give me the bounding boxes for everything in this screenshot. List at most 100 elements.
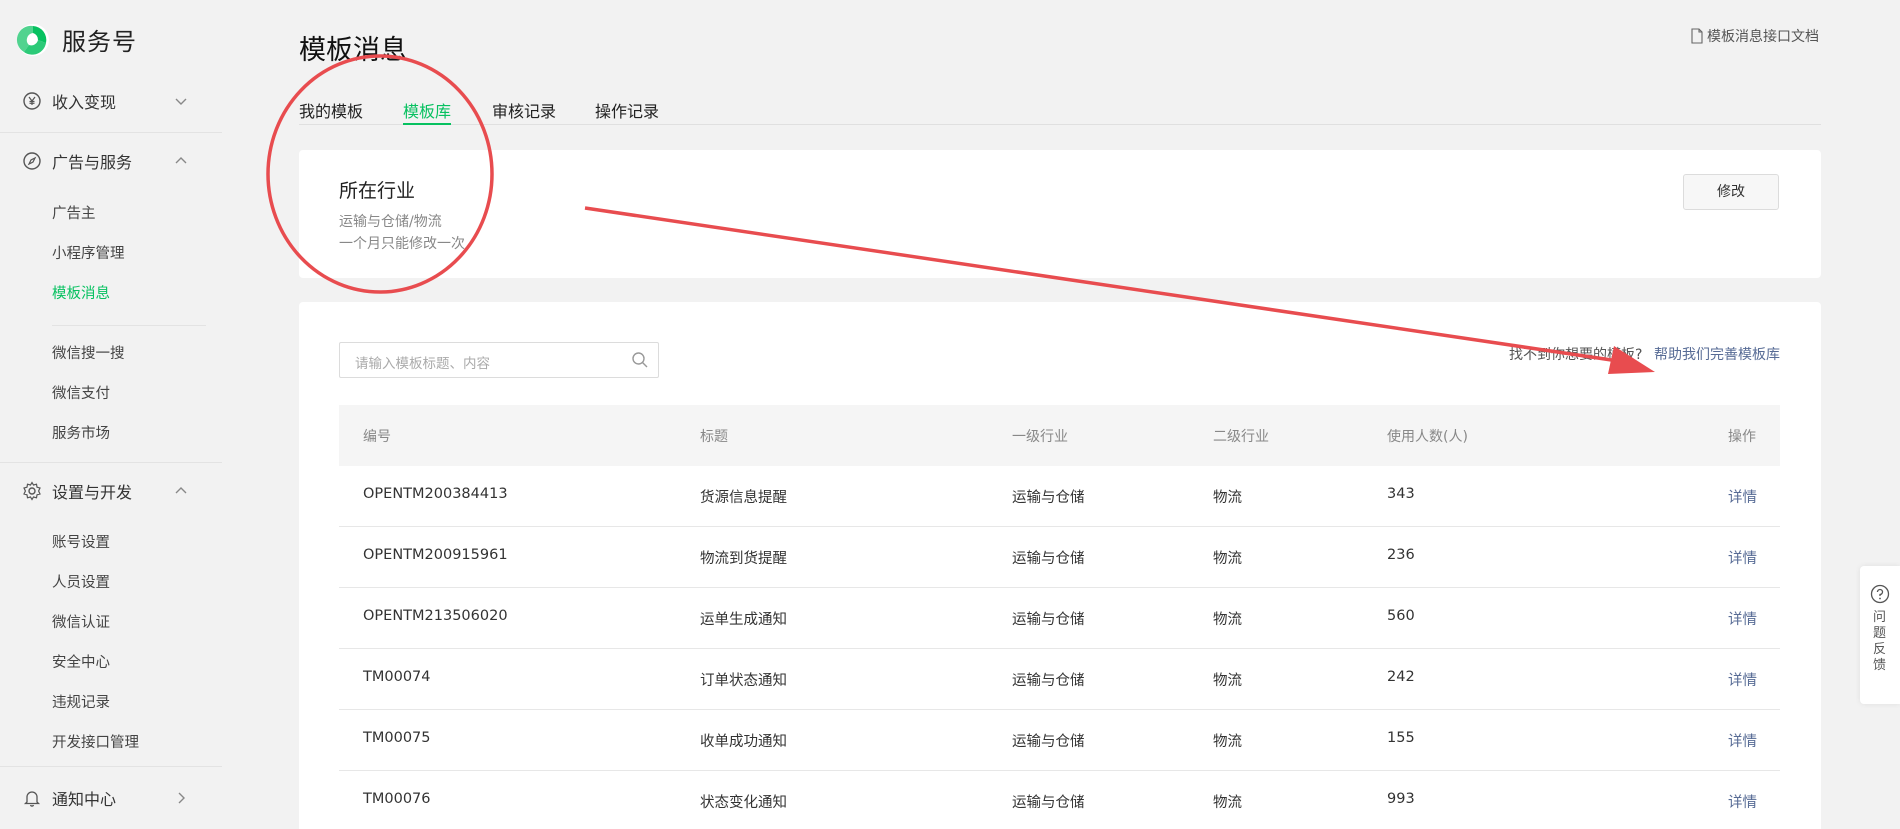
- cell-users: 993: [1387, 791, 1415, 807]
- tab-bar: 我的模板 模板库 审核记录 操作记录: [299, 94, 1821, 125]
- table-row: TM00074 订单状态通知 运输与仓储 物流 242 详情: [339, 649, 1780, 710]
- page-title: 模板消息: [299, 35, 407, 66]
- column-header-action: 操作: [1728, 429, 1756, 445]
- sidebar-item-account-settings[interactable]: 账号设置: [52, 532, 110, 554]
- tab-review-records[interactable]: 审核记录: [492, 98, 556, 125]
- help-question-text: 找不到你想要的模板?: [1509, 347, 1643, 363]
- cell-industry1: 运输与仓储: [1012, 673, 1085, 689]
- column-header-title: 标题: [700, 429, 728, 445]
- divider: [0, 766, 222, 767]
- sidebar-item-dev-api[interactable]: 开发接口管理: [52, 732, 139, 754]
- nav-group-label: 通知中心: [52, 790, 117, 809]
- industry-note: 一个月只能修改一次: [339, 236, 465, 252]
- column-header-users: 使用人数(人): [1387, 429, 1468, 445]
- nav-group-label: 收入变现: [52, 93, 117, 112]
- cell-title: 运单生成通知: [700, 612, 787, 628]
- sidebar-item-wechat-search[interactable]: 微信搜一搜: [52, 343, 125, 365]
- cell-id: OPENTM213506020: [363, 608, 508, 624]
- nav-group-income[interactable]: 收入变现: [0, 81, 222, 121]
- cell-industry1: 运输与仓储: [1012, 490, 1085, 506]
- details-link[interactable]: 详情: [1728, 547, 1757, 568]
- chevron-up-icon: [175, 487, 187, 494]
- cell-title: 收单成功通知: [700, 734, 787, 750]
- sidebar: 服务号 收入变现 广告与服务 广告主 小程序管理 模板消息 微信搜一搜 微信支付…: [0, 0, 222, 829]
- column-header-industry1: 一级行业: [1012, 429, 1068, 445]
- sidebar-item-security-center[interactable]: 安全中心: [52, 652, 110, 674]
- feedback-label: 问题反馈: [1873, 610, 1887, 673]
- sidebar-item-member-settings[interactable]: 人员设置: [52, 572, 110, 594]
- brand[interactable]: 服务号: [16, 22, 137, 57]
- column-header-industry2: 二级行业: [1213, 429, 1269, 445]
- compass-icon: [23, 152, 41, 170]
- nav-group-label: 设置与开发: [52, 483, 133, 502]
- table-row: TM00076 状态变化通知 运输与仓储 物流 993 详情: [339, 771, 1780, 829]
- industry-title: 所在行业: [339, 180, 416, 202]
- sidebar-item-service-market[interactable]: 服务市场: [52, 423, 110, 445]
- api-doc-link-label: 模板消息接口文档: [1707, 29, 1819, 45]
- details-link[interactable]: 详情: [1728, 608, 1757, 629]
- tab-template-library[interactable]: 模板库: [403, 98, 452, 125]
- chevron-right-icon: [178, 792, 185, 804]
- cell-industry1: 运输与仓储: [1012, 551, 1085, 567]
- modify-industry-button[interactable]: 修改: [1683, 174, 1779, 210]
- cell-users: 343: [1387, 486, 1415, 502]
- sidebar-item-advertiser[interactable]: 广告主: [52, 203, 96, 225]
- tab-my-templates[interactable]: 我的模板: [299, 98, 363, 125]
- sidebar-item-wechat-verification[interactable]: 微信认证: [52, 612, 110, 634]
- cell-industry2: 物流: [1213, 795, 1242, 811]
- api-doc-link[interactable]: 模板消息接口文档: [1690, 26, 1819, 46]
- cell-industry2: 物流: [1213, 490, 1242, 506]
- cell-users: 560: [1387, 608, 1415, 624]
- details-link[interactable]: 详情: [1728, 791, 1757, 812]
- search-input[interactable]: 请输入模板标题、内容: [339, 342, 659, 378]
- column-header-id: 编号: [363, 429, 391, 445]
- feedback-button[interactable]: 问题反馈: [1860, 566, 1900, 704]
- details-link[interactable]: 详情: [1728, 669, 1757, 690]
- divider: [0, 132, 222, 133]
- cell-title: 物流到货提醒: [700, 551, 787, 567]
- table-row: OPENTM200915961 物流到货提醒 运输与仓储 物流 236 详情: [339, 527, 1780, 588]
- cell-id: TM00076: [363, 791, 431, 807]
- gear-icon: [23, 481, 41, 501]
- cell-industry1: 运输与仓储: [1012, 795, 1085, 811]
- sidebar-item-miniprogram[interactable]: 小程序管理: [52, 243, 125, 265]
- sidebar-item-violation-records[interactable]: 违规记录: [52, 692, 110, 714]
- nav-group-ads[interactable]: 广告与服务: [0, 141, 222, 181]
- cell-industry2: 物流: [1213, 551, 1242, 567]
- nav-group-label: 广告与服务: [52, 153, 133, 172]
- search-placeholder: 请输入模板标题、内容: [355, 356, 490, 372]
- cell-users: 242: [1387, 669, 1415, 685]
- bell-icon: [23, 791, 41, 807]
- cell-users: 236: [1387, 547, 1415, 563]
- industry-value: 运输与仓储/物流: [339, 214, 442, 230]
- nav-group-notifications[interactable]: 通知中心: [0, 778, 222, 818]
- yen-circle-icon: [23, 92, 41, 110]
- cell-title: 货源信息提醒: [700, 490, 787, 506]
- cell-title: 订单状态通知: [700, 673, 787, 689]
- cell-users: 155: [1387, 730, 1415, 746]
- sidebar-item-template-message[interactable]: 模板消息: [52, 283, 110, 305]
- question-circle-icon: [1870, 584, 1890, 604]
- tab-operation-records[interactable]: 操作记录: [595, 98, 659, 125]
- cell-id: TM00075: [363, 730, 431, 746]
- divider: [52, 325, 206, 326]
- document-icon: [1691, 28, 1703, 44]
- search-icon[interactable]: [631, 351, 649, 369]
- table-row: OPENTM213506020 运单生成通知 运输与仓储 物流 560 详情: [339, 588, 1780, 649]
- chevron-down-icon: [175, 98, 187, 105]
- cell-industry1: 运输与仓储: [1012, 612, 1085, 628]
- nav-group-settings[interactable]: 设置与开发: [0, 471, 222, 511]
- improve-library-link[interactable]: 帮助我们完善模板库: [1654, 344, 1780, 364]
- template-library-card: 请输入模板标题、内容 找不到你想要的模板? 帮助我们完善模板库 编号 标题 一级…: [299, 302, 1821, 829]
- table-header: 编号 标题 一级行业 二级行业 使用人数(人) 操作: [339, 405, 1780, 466]
- divider: [0, 462, 222, 463]
- sidebar-item-wechat-pay[interactable]: 微信支付: [52, 383, 110, 405]
- details-link[interactable]: 详情: [1728, 486, 1757, 507]
- brand-name: 服务号: [62, 28, 137, 56]
- cell-industry2: 物流: [1213, 612, 1242, 628]
- details-link[interactable]: 详情: [1728, 730, 1757, 751]
- table-row: OPENTM200384413 货源信息提醒 运输与仓储 物流 343 详情: [339, 466, 1780, 527]
- service-account-logo-icon: [16, 23, 49, 56]
- cell-id: OPENTM200384413: [363, 486, 508, 502]
- cell-id: OPENTM200915961: [363, 547, 508, 563]
